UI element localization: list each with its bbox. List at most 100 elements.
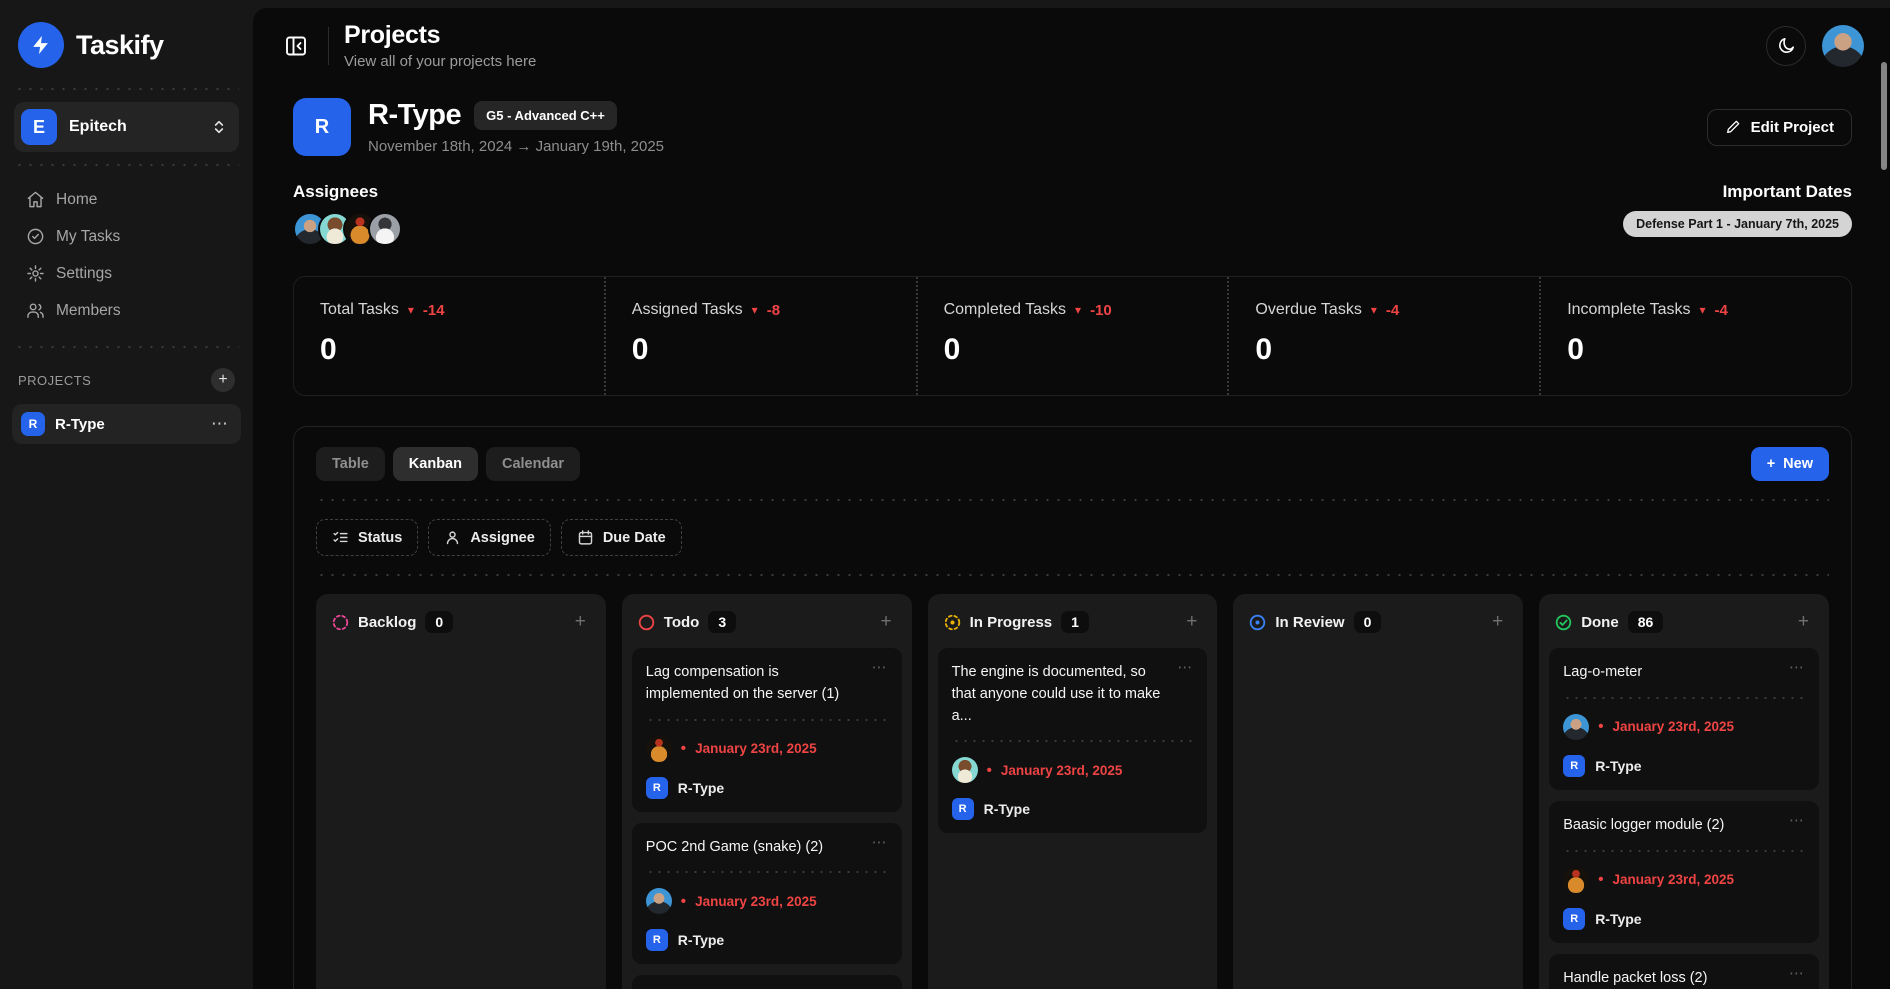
add-card-button[interactable]: +: [571, 611, 590, 633]
sidebar-item-label: My Tasks: [56, 228, 120, 246]
user-photo-avatar: [1563, 714, 1589, 740]
theme-toggle-button[interactable]: [1766, 26, 1806, 66]
column-name: In Review: [1275, 614, 1344, 631]
sidebar-item-label: Home: [56, 191, 97, 209]
filter-status-button[interactable]: Status: [316, 519, 418, 556]
card-menu-icon[interactable]: ⋯: [1789, 968, 1805, 989]
sidebar-item-my-tasks[interactable]: My Tasks: [12, 219, 241, 254]
plus-icon: +: [1767, 456, 1775, 472]
task-card[interactable]: Baasic logger module (2)⋯•January 23rd, …: [1549, 801, 1819, 943]
important-dates-title: Important Dates: [1623, 182, 1852, 202]
task-card[interactable]: Lag-o-meter⋯•January 23rd, 2025RR-Type: [1549, 648, 1819, 790]
triangle-down-icon: ▾: [1075, 303, 1081, 317]
divider: [952, 740, 1194, 742]
project-icon: R: [293, 98, 351, 156]
project-menu-icon[interactable]: ⋯: [211, 419, 229, 429]
card-meta: •January 23rd, 2025: [1563, 714, 1805, 740]
card-title: The engine is documented, so that anyone…: [952, 662, 1170, 727]
card-menu-icon[interactable]: ⋯: [1789, 662, 1805, 684]
sidebar: Taskify E Epitech Home My Tasks Settings…: [0, 0, 253, 989]
pencil-icon: [1725, 119, 1741, 135]
workspace-name: Epitech: [69, 118, 199, 136]
stat-completed-tasks: Completed Tasks ▾ -10 0: [916, 277, 1228, 395]
gear-icon: [26, 264, 45, 283]
card-menu-icon[interactable]: ⋯: [1789, 815, 1805, 837]
card-menu-icon[interactable]: ⋯: [872, 837, 888, 859]
card-due-date: January 23rd, 2025: [1001, 763, 1123, 778]
topbar-actions: [1766, 25, 1864, 67]
task-card[interactable]: Lag compensation is implemented on the s…: [632, 648, 902, 812]
main-panel: Projects View all of your projects here …: [253, 8, 1890, 989]
sidebar-item-members[interactable]: Members: [12, 293, 241, 328]
project-header: R R-Type G5 - Advanced C++ November 18th…: [293, 98, 1852, 156]
card-due-date: January 23rd, 2025: [1612, 719, 1734, 734]
sidebar-item-home[interactable]: Home: [12, 182, 241, 217]
card-project-tag: RR-Type: [646, 777, 888, 799]
project-title: R-Type: [368, 99, 461, 132]
card-project-tag: RR-Type: [1563, 755, 1805, 777]
stat-overdue-tasks: Overdue Tasks ▾ -4 0: [1227, 277, 1539, 395]
add-card-button[interactable]: +: [876, 611, 895, 633]
check-circle-icon: [26, 227, 45, 246]
sidebar-item-settings[interactable]: Settings: [12, 256, 241, 291]
filter-label: Assignee: [470, 530, 534, 546]
card-menu-icon[interactable]: ⋯: [872, 662, 888, 706]
column-count-badge: 3: [708, 611, 736, 633]
new-task-button[interactable]: + New: [1751, 447, 1829, 481]
project-name: R-Type: [678, 780, 724, 796]
stat-delta: -4: [1386, 302, 1399, 319]
stat-total-tasks: Total Tasks ▾ -14 0: [294, 277, 604, 395]
stat-value: 0: [944, 333, 1202, 367]
app-root: { "app": { "name": "Taskify" }, "icons":…: [0, 0, 1890, 989]
sidebar-project-r-type[interactable]: R R-Type ⋯: [12, 404, 241, 444]
tab-table[interactable]: Table: [316, 447, 385, 481]
project-badge: R: [21, 412, 45, 436]
collapse-sidebar-button[interactable]: [279, 29, 313, 63]
tab-kanban[interactable]: Kanban: [393, 447, 478, 481]
edit-project-button[interactable]: Edit Project: [1707, 109, 1852, 146]
divider: [328, 27, 329, 65]
kanban-column-in-review: In Review0+: [1233, 594, 1523, 989]
task-card[interactable]: Add file opening to editor⋯: [632, 975, 902, 989]
card-title: Handle packet loss (2): [1563, 968, 1781, 989]
task-card[interactable]: Handle packet loss (2)⋯•January 23rd, 20…: [1549, 954, 1819, 989]
list-checks-icon: [332, 529, 349, 546]
important-date-pill: Defense Part 1 - January 7th, 2025: [1623, 211, 1852, 237]
filter-due-date-button[interactable]: Due Date: [561, 519, 682, 556]
stat-label: Overdue Tasks: [1255, 301, 1361, 319]
tab-calendar[interactable]: Calendar: [486, 447, 580, 481]
task-card[interactable]: The engine is documented, so that anyone…: [938, 648, 1208, 833]
card-due-date: January 23rd, 2025: [695, 894, 817, 909]
column-header: In Progress1+: [938, 604, 1208, 637]
board-panel: Table Kanban Calendar + New Status Assig…: [293, 426, 1852, 989]
filter-label: Due Date: [603, 530, 666, 546]
kanban-column-in-progress: In Progress1+ The engine is documented, s…: [928, 594, 1218, 989]
user-avatar[interactable]: [1822, 25, 1864, 67]
circle-check-icon: [1555, 614, 1572, 631]
projects-label: PROJECTS: [18, 373, 91, 388]
stat-value: 0: [632, 333, 890, 367]
bullet-icon: •: [1598, 871, 1603, 888]
task-card[interactable]: POC 2nd Game (snake) (2)⋯•January 23rd, …: [632, 823, 902, 965]
topbar: Projects View all of your projects here: [253, 8, 1890, 80]
card-title: Lag compensation is implemented on the s…: [646, 662, 864, 706]
add-project-button[interactable]: +: [211, 368, 235, 392]
filter-assignee-button[interactable]: Assignee: [428, 519, 550, 556]
user-photo-avatar: [646, 888, 672, 914]
content: R R-Type G5 - Advanced C++ November 18th…: [253, 80, 1890, 989]
page-subtitle: View all of your projects here: [344, 53, 536, 70]
workspace-selector[interactable]: E Epitech: [14, 102, 239, 152]
add-card-button[interactable]: +: [1488, 611, 1507, 633]
divider: [316, 499, 1829, 501]
add-card-button[interactable]: +: [1182, 611, 1201, 633]
scrollbar-thumb[interactable]: [1881, 62, 1887, 170]
bullet-icon: •: [681, 893, 686, 910]
app-name: Taskify: [76, 30, 164, 61]
sidebar-nav: Home My Tasks Settings Members: [0, 166, 253, 346]
add-card-button[interactable]: +: [1794, 611, 1813, 633]
project-name: R-Type: [55, 416, 201, 433]
card-menu-icon[interactable]: ⋯: [1177, 662, 1193, 727]
stat-delta: -8: [767, 302, 780, 319]
stat-label: Total Tasks: [320, 301, 399, 319]
divider: [1563, 850, 1805, 852]
